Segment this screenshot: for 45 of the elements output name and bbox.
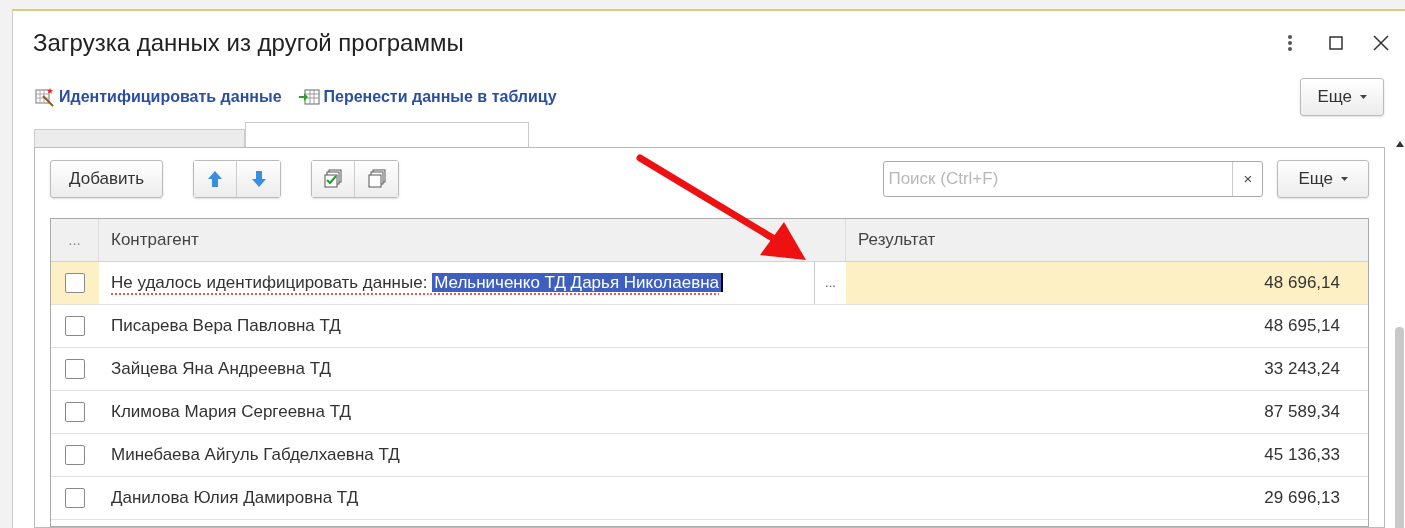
stacked-squares-icon (366, 169, 387, 189)
checkbox[interactable] (65, 402, 85, 422)
add-button[interactable]: Добавить (50, 160, 164, 198)
down-arrow-icon (250, 170, 267, 188)
uncheck-all-button[interactable] (355, 161, 399, 197)
more-button[interactable]: Еще (1277, 160, 1369, 198)
checkbox[interactable] (65, 445, 85, 465)
more-button[interactable]: Еще (1300, 78, 1384, 116)
checkbox[interactable] (65, 316, 85, 336)
checkbox[interactable] (65, 359, 85, 379)
command-link[interactable]: Перенести данные в таблицу (297, 85, 557, 109)
stacked-checkboxes-icon (323, 169, 344, 189)
checkbox[interactable] (65, 273, 85, 293)
table-cell-text: 48 696,14 (1264, 272, 1340, 295)
command-link[interactable]: Идентифицировать данные (35, 85, 282, 109)
move-up-button[interactable] (194, 161, 238, 197)
caret-icon (1341, 177, 1348, 181)
table-cell-text: 87 589,34 (1264, 401, 1340, 424)
checkbox[interactable] (65, 488, 85, 508)
caret-icon (1360, 95, 1367, 99)
window-title: Загрузка данных из другой программы (33, 28, 465, 58)
table-cell-text: Данилова Юлия Дамировна ТД (111, 487, 359, 510)
table-cell-text: 33 243,24 (1264, 358, 1340, 381)
check-all-button[interactable] (312, 161, 356, 197)
column-header[interactable]: Результат (846, 219, 1368, 261)
clear-button[interactable]: × (1232, 162, 1263, 196)
table-row[interactable]: Не удалось идентифицировать данные: Мельниченко ТД Дарья Николаевна ... 48 696,14 (51, 262, 1368, 305)
table-cell-text: Минебаева Айгуль Габделхаевна ТД (111, 444, 400, 467)
table-cell-text: 29 696,13 (1264, 487, 1340, 510)
move-down-button[interactable] (237, 161, 281, 197)
edit-field[interactable]: Не удалось идентифицировать данные: Мельниченко ТД Дарья Николаевна (111, 270, 723, 296)
table-cell-text: 45 136,33 (1264, 444, 1340, 467)
table-cell-text: Писарева Вера Павловна ТД (111, 315, 341, 338)
close-icon[interactable] (1373, 35, 1389, 51)
scroll-up-icon[interactable] (1396, 141, 1404, 147)
table-cell-text: Климова Мария Сергеевна ТД (111, 401, 352, 424)
maximize-icon[interactable] (1329, 36, 1343, 50)
table-cell-text: Зайцева Яна Андреевна ТД (111, 358, 332, 381)
search-field[interactable]: Поиск (Ctrl+F) × (883, 161, 1264, 197)
tab[interactable] (245, 122, 529, 148)
table-cell-text: 48 695,14 (1264, 315, 1340, 338)
up-arrow-icon (207, 170, 224, 188)
table-arrow-icon (297, 88, 320, 106)
table-wand-icon (35, 87, 55, 107)
more-options-icon[interactable] (1287, 34, 1293, 52)
